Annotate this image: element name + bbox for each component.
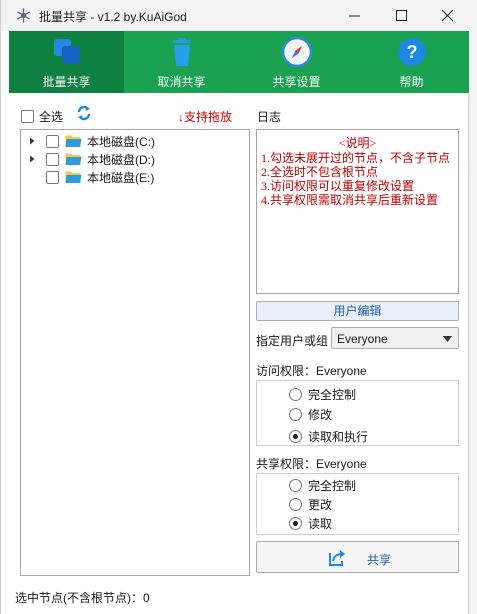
svg-text:?: ? — [406, 42, 417, 62]
tree-checkbox[interactable] — [46, 134, 59, 148]
access-option-modify[interactable]: 修改 — [289, 406, 332, 423]
share-button[interactable]: 共享 — [256, 541, 459, 573]
tab-share-settings[interactable]: 共享设置 — [239, 31, 354, 93]
window-title: 批量共享 - v1.2 by.KuAiGod — [39, 10, 187, 24]
log-line: 4.共享权限需取消共享后重新设置 — [261, 193, 439, 207]
expand-arrow-icon[interactable] — [27, 154, 37, 164]
share-option-change[interactable]: 更改 — [289, 496, 332, 513]
tree-node-label: 本地磁盘(C:) — [87, 134, 155, 149]
log-box[interactable]: <说明> 1.勾选未展开过的节点，不含子节点 2.全选时不包含根节点 3.访问权… — [256, 129, 459, 294]
option-label: 完全控制 — [308, 479, 357, 493]
user-group-label: 指定用户或组 — [256, 334, 329, 348]
tab-label: 批量共享 — [42, 75, 91, 89]
access-option-read-exec[interactable]: 读取和执行 — [289, 428, 368, 445]
select-all-checkbox[interactable]: 全选 — [21, 108, 63, 125]
tree-checkbox[interactable] — [46, 152, 59, 166]
status-bar: 选中节点(不含根节点)：0 — [15, 589, 150, 606]
close-icon — [441, 10, 453, 21]
radio-button[interactable] — [289, 388, 302, 401]
tab-cancel-share[interactable]: 取消共享 — [124, 31, 239, 93]
option-label: 更改 — [308, 498, 333, 512]
maximize-icon — [395, 10, 407, 21]
arrow-spacer — [27, 172, 37, 182]
share-option-read[interactable]: 读取 — [289, 515, 332, 532]
radio-button[interactable] — [289, 430, 302, 443]
share-option-full[interactable]: 完全控制 — [289, 477, 356, 494]
user-edit-button[interactable]: 用户编辑 — [256, 301, 459, 321]
user-group-value: Everyone — [337, 332, 388, 346]
status-label: 选中节点(不含根节点)： — [15, 591, 143, 605]
drag-drop-hint: ↓支持拖放 — [178, 110, 233, 124]
title-bar[interactable]: 批量共享 - v1.2 by.KuAiGod — [1, 0, 470, 31]
tree-node-e[interactable]: 本地磁盘(E:) — [21, 168, 154, 186]
folder-icon — [65, 153, 82, 165]
share-permission-group: 完全控制 更改 读取 — [256, 473, 459, 535]
option-label: 读取和执行 — [308, 430, 369, 444]
snowflake-icon — [17, 8, 30, 23]
refresh-icon[interactable] — [76, 104, 92, 122]
share-permission-label: 共享权限：Everyone — [256, 457, 367, 471]
tree-node-c[interactable]: 本地磁盘(C:) — [21, 132, 155, 150]
close-button[interactable] — [424, 0, 470, 31]
access-option-full[interactable]: 完全控制 — [289, 386, 356, 403]
access-permission-group: 完全控制 修改 读取和执行 — [256, 380, 459, 446]
radio-button[interactable] — [289, 408, 302, 421]
tree-checkbox[interactable] — [46, 170, 59, 184]
folder-tree[interactable]: 本地磁盘(C:) 本地磁盘(D:) 本地磁盘(E:) — [20, 129, 250, 576]
tab-label: 共享设置 — [272, 75, 321, 89]
minimize-button[interactable] — [331, 0, 377, 31]
option-label: 完全控制 — [308, 388, 357, 402]
app-window: 批量共享 - v1.2 by.KuAiGod 批量共享 取消共享 共享设置 ? … — [0, 0, 470, 614]
radio-button[interactable] — [289, 479, 302, 492]
checkbox[interactable] — [21, 110, 34, 123]
radio-button[interactable] — [289, 498, 302, 511]
compass-icon — [281, 36, 312, 68]
log-label: 日志 — [257, 110, 282, 124]
tab-label: 取消共享 — [157, 75, 206, 89]
chevron-down-icon — [443, 336, 452, 342]
help-icon: ? — [397, 38, 426, 66]
select-all-label: 全选 — [39, 110, 64, 124]
tree-node-d[interactable]: 本地磁盘(D:) — [21, 150, 155, 168]
share-button-label: 共享 — [367, 553, 392, 567]
tree-node-label: 本地磁盘(E:) — [87, 170, 155, 185]
user-group-select[interactable]: Everyone — [331, 327, 459, 349]
main-toolbar: 批量共享 取消共享 共享设置 ? 帮助 — [9, 31, 469, 93]
maximize-button[interactable] — [378, 0, 424, 31]
tree-node-label: 本地磁盘(D:) — [87, 152, 155, 167]
minimize-icon — [348, 15, 360, 17]
access-permission-label: 访问权限：Everyone — [256, 364, 367, 378]
radio-button[interactable] — [289, 517, 302, 530]
tab-batch-share[interactable]: 批量共享 — [9, 31, 124, 93]
batch-share-icon — [53, 39, 80, 64]
trash-icon — [172, 38, 191, 66]
status-count: 0 — [143, 591, 150, 605]
expand-arrow-icon[interactable] — [27, 136, 37, 146]
share-icon — [329, 550, 345, 566]
folder-icon — [65, 171, 82, 183]
option-label: 修改 — [308, 408, 333, 422]
folder-icon — [65, 135, 82, 147]
tab-help[interactable]: ? 帮助 — [354, 31, 469, 93]
option-label: 读取 — [308, 517, 333, 531]
tab-label: 帮助 — [399, 75, 424, 89]
